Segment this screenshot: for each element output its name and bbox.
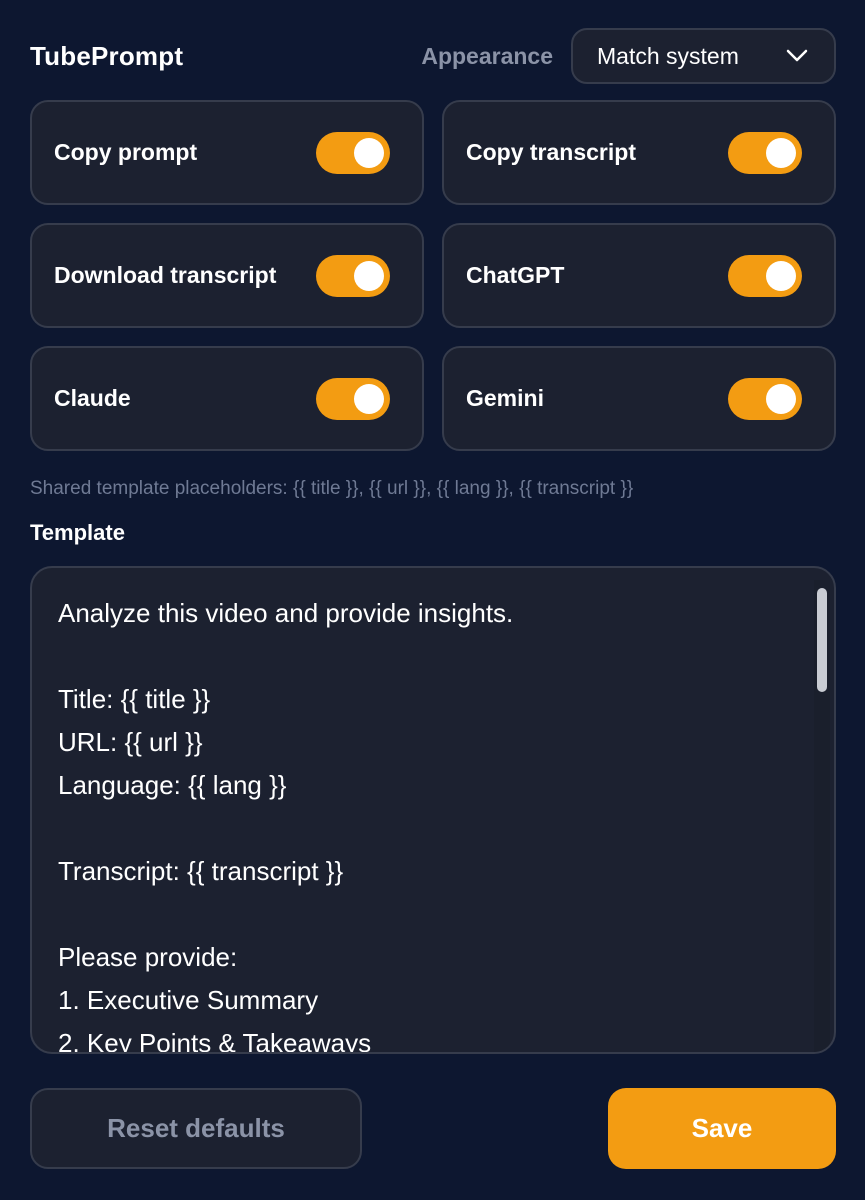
app-title: TubePrompt [30,40,184,71]
toggle-card-copy-transcript: Copy transcript [442,100,836,205]
save-button[interactable]: Save [608,1088,836,1169]
toggle-label: Claude [54,385,131,411]
appearance-setting: Appearance Match system [421,28,836,84]
chatgpt-toggle[interactable] [728,254,802,297]
appearance-label: Appearance [421,42,553,69]
toggle-label: ChatGPT [466,262,565,288]
claude-toggle[interactable] [316,377,390,420]
template-text: Analyze this video and provide insights.… [58,598,514,1054]
toggle-grid: Copy prompt Copy transcript Download tra… [30,100,836,451]
header: TubePrompt Appearance Match system [30,28,836,84]
toggle-knob [766,383,796,414]
toggle-label: Gemini [466,385,544,411]
copy-transcript-toggle[interactable] [728,131,802,174]
toggle-knob [354,137,384,168]
toggle-knob [766,260,796,291]
template-textarea[interactable]: Analyze this video and provide insights.… [30,566,836,1054]
toggle-label: Copy transcript [466,139,636,165]
gemini-toggle[interactable] [728,377,802,420]
toggle-knob [354,383,384,414]
download-transcript-toggle[interactable] [316,254,390,297]
scrollbar-thumb[interactable] [817,588,827,692]
placeholder-hint: Shared template placeholders: {{ title }… [30,478,634,499]
toggle-knob [766,137,796,168]
toggle-card-download-transcript: Download transcript [30,223,424,328]
appearance-select[interactable]: Match system [571,28,836,84]
toggle-card-claude: Claude [30,346,424,451]
toggle-knob [354,260,384,291]
toggle-label: Download transcript [54,262,277,288]
toggle-card-gemini: Gemini [442,346,836,451]
reset-defaults-button[interactable]: Reset defaults [30,1088,362,1169]
settings-panel: TubePrompt Appearance Match system Copy … [0,0,865,1200]
toggle-label: Copy prompt [54,139,198,165]
chevron-down-icon [786,49,808,62]
appearance-select-value: Match system [597,42,739,69]
toggle-card-copy-prompt: Copy prompt [30,100,424,205]
toggle-card-chatgpt: ChatGPT [442,223,836,328]
template-label: Template [30,520,125,545]
copy-prompt-toggle[interactable] [316,131,390,174]
